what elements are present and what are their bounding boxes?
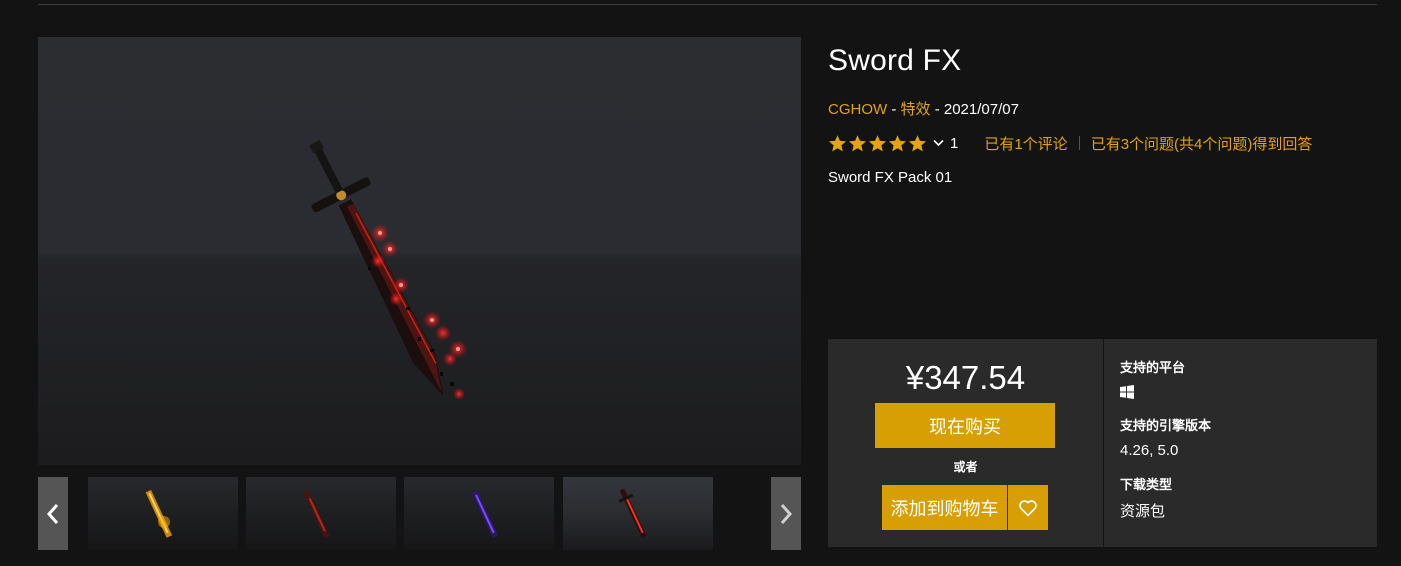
or-label: 或者 [953,460,978,474]
gallery-prev-button[interactable] [38,477,68,550]
rating-stars[interactable] [828,134,927,153]
price-section: ¥347.54 现在购买 或者 添加到购物车 [828,339,1103,547]
rating-count: 1 [950,134,959,152]
download-type-label: 下载类型 [1120,477,1173,492]
chevron-left-icon [46,503,59,524]
chevron-down-icon [933,139,944,147]
release-date: 2021/07/07 [943,101,1019,118]
main-product-image[interactable] [38,37,801,465]
rating-dropdown-toggle[interactable] [933,139,944,147]
windows-icon [1120,385,1134,399]
seller-link[interactable]: CGHOW [828,101,887,118]
product-title: Sword FX [828,44,962,77]
specs-section: 支持的平台 支持的引擎版本 4.26, 5.0 下载类型 资源包 [1104,339,1377,547]
product-meta: CGHOW - 特效 - 2021/07/07 [828,98,1019,119]
engine-versions: 4.26, 5.0 [1120,442,1179,459]
category-link[interactable]: 特效 [901,101,931,118]
chevron-right-icon [780,503,793,524]
star-icon [868,134,887,151]
gallery-thumbnail-2[interactable] [246,477,396,550]
heart-icon [1019,499,1037,516]
star-icon [848,134,867,151]
gallery-thumbnail-3[interactable] [404,477,554,550]
product-description: Sword FX Pack 01 [828,169,953,186]
meta-separator: - [887,101,901,118]
questions-link[interactable]: 已有3个问题(共4个问题)得到回答 [1091,133,1313,154]
price: ¥347.54 [905,359,1026,396]
purchase-panel: ¥347.54 现在购买 或者 添加到购物车 支持的平台 支持的引擎版本 4.2… [828,339,1377,547]
buy-now-button[interactable]: 现在购买 [875,403,1055,448]
gallery-next-button[interactable] [771,477,801,550]
star-icon [828,134,847,151]
platforms-label: 支持的平台 [1120,360,1186,375]
top-divider [38,4,1377,5]
add-to-cart-button[interactable]: 添加到购物车 [882,485,1007,530]
gallery-thumbnail-1[interactable] [88,477,238,550]
meta-separator: - [930,101,944,118]
reviews-link[interactable]: 已有1个评论 [984,133,1067,154]
wishlist-button[interactable] [1008,485,1048,530]
link-divider [1078,136,1080,150]
gallery-thumbnail-4[interactable] [563,477,713,550]
engine-version-label: 支持的引擎版本 [1120,418,1212,433]
star-icon [908,134,927,151]
rating-row: 1 已有1个评论 已有3个问题(共4个问题)得到回答 [828,132,1312,154]
star-icon [888,134,907,151]
download-type: 资源包 [1120,503,1166,520]
